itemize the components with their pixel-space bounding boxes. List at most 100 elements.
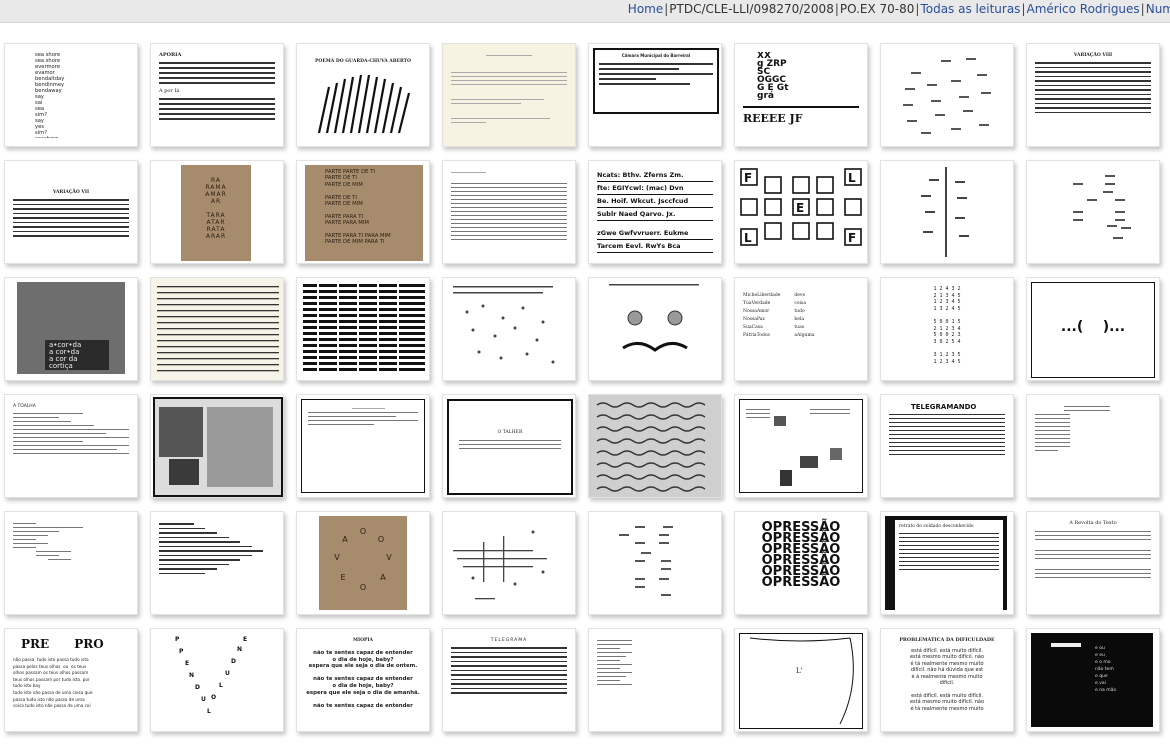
- poem-thumbnail[interactable]: [588, 277, 722, 381]
- poem-thumbnail[interactable]: MIOPIA não te sentes capaz de entender o…: [296, 628, 430, 732]
- poem-thumbnail[interactable]: [296, 277, 430, 381]
- poem-thumbnail[interactable]: [1026, 160, 1160, 264]
- poem-thumbnail[interactable]: RA RAMA AMAR AR TARA ATAR RATA ARAR: [150, 160, 284, 264]
- poem-thumbnail[interactable]: [1026, 394, 1160, 498]
- poem-thumbnail[interactable]: [588, 394, 722, 498]
- poem-text: OPRESSÃO OPRESSÃO OPRESSÃO OPRESSÃO OPRE…: [761, 520, 841, 590]
- breadcrumb-home-link[interactable]: Home: [628, 2, 663, 16]
- letter-composition-bottom: REEEE JF: [743, 112, 803, 125]
- face-pattern: [609, 284, 699, 352]
- breadcrumb-separator: |: [834, 2, 839, 16]
- svg-text:O: O: [211, 694, 216, 701]
- dense-letter-pattern: [157, 286, 279, 372]
- poem-thumbnail[interactable]: ...( )...: [1026, 277, 1160, 381]
- poem-thumbnail[interactable]: OOVAOEVA: [296, 511, 430, 615]
- umbrella-text-pattern: [317, 74, 411, 134]
- scattered-dots-pattern: [453, 530, 547, 600]
- poem-thumbnail[interactable]: TELEGRAMA: [442, 628, 576, 732]
- poem-thumbnail[interactable]: [150, 394, 284, 498]
- poem-thumbnail[interactable]: TELEGRAMANDO: [880, 394, 1014, 498]
- poem-thumbnail[interactable]: L': [734, 628, 868, 732]
- scattered-words-pattern: [619, 526, 673, 596]
- poem-thumbnail[interactable]: retrato do soldado desconhecido: [880, 511, 1014, 615]
- poem-thumbnail[interactable]: [880, 43, 1014, 147]
- poem-thumbnail[interactable]: A Revolta do Texto: [1026, 511, 1160, 615]
- poem-title: PRE PRO: [21, 637, 104, 651]
- poem-thumbnail[interactable]: [442, 43, 576, 147]
- svg-text:L: L: [848, 171, 856, 185]
- poem-thumbnail[interactable]: [442, 160, 576, 264]
- poem-thumbnail[interactable]: [734, 394, 868, 498]
- poem-thumbnail[interactable]: XX g ZRP SC OGGC G E Gt grá REEEE JF: [734, 43, 868, 147]
- poem-thumbnail[interactable]: Ncats: Bthv. Zferns Zm. fte: EGIYcwl: (m…: [588, 160, 722, 264]
- poem-thumbnail[interactable]: PROBLEMÁTICA DA DIFICULDADE está difícil…: [880, 628, 1014, 732]
- svg-text:L: L: [744, 231, 752, 245]
- breadcrumb-more-link[interactable]: Num: [1146, 2, 1170, 16]
- poem-row: fte: EGIYcwl: (mac) Dvn: [597, 182, 713, 195]
- svg-text:A: A: [380, 573, 386, 582]
- poem-text: RA RAMA AMAR AR TARA ATAR RATA ARAR: [205, 177, 227, 240]
- poem-title: O TALHER: [497, 430, 523, 435]
- poem-thumbnail[interactable]: VARIAÇÃO VIII: [1026, 43, 1160, 147]
- breadcrumb-author-link[interactable]: Américo Rodrigues: [1026, 2, 1139, 16]
- poem-thumbnail[interactable]: [150, 511, 284, 615]
- poem-text: não passa tudo isto passa tudo isto pass…: [13, 657, 93, 709]
- poem-thumbnail[interactable]: O TALHER: [442, 394, 576, 498]
- document-header: Câmara Municipal do Barreiral: [621, 53, 691, 58]
- poem-thumbnail[interactable]: PRE PRO não passa tudo isto passa tudo i…: [4, 628, 138, 732]
- poem-thumbnail[interactable]: A TOALHA: [4, 394, 138, 498]
- poem-title: TELEGRAMA: [490, 638, 528, 643]
- svg-text:U: U: [225, 670, 230, 677]
- poem-thumbnail[interactable]: a•cor•da a cor•da a cor da cortiça: [4, 277, 138, 381]
- poem-thumbnail[interactable]: [442, 511, 576, 615]
- poem-title: TELEGRAMANDO: [911, 403, 977, 411]
- poem-thumbnail[interactable]: [442, 277, 576, 381]
- poem-text: sea shore sea shore evermore evamor bend…: [35, 52, 65, 138]
- poem-thumbnail[interactable]: OPRESSÃO OPRESSÃO OPRESSÃO OPRESSÃO OPRE…: [734, 511, 868, 615]
- svg-text:D: D: [195, 684, 200, 691]
- svg-text:N: N: [189, 672, 194, 679]
- svg-text:V: V: [334, 553, 340, 562]
- poem-text: não te sentes capaz de entender o dia de…: [306, 650, 420, 709]
- breadcrumb-project: PTDC/CLE-LLI/098270/2008: [669, 2, 834, 16]
- breadcrumb-section: PO.EX 70-80: [839, 2, 915, 16]
- svg-text:E: E: [185, 660, 189, 667]
- poem-numbers: 1 2 4 3 2 2 1 3 4 5 1 2 3 4 5 1 3 2 4 5 …: [933, 286, 961, 365]
- poem-thumbnail[interactable]: PARTE PARTE DE TI PARTE DE TI PARTE DE M…: [296, 160, 430, 264]
- poem-text: L': [796, 667, 803, 675]
- svg-text:L: L: [219, 682, 223, 689]
- poem-thumbnail[interactable]: POEMA DO GUARDA-CHUVA ABERTO: [296, 43, 430, 147]
- breadcrumb-separator: |: [915, 2, 920, 16]
- poem-thumbnail[interactable]: e ou e eu e o mo não tem e que e vai e n…: [1026, 628, 1160, 732]
- poem-thumbnail[interactable]: MicheLiberdade TuaVerdade NossaAmor Noss…: [734, 277, 868, 381]
- poem-thumbnail[interactable]: F L E L F: [734, 160, 868, 264]
- poem-thumbnail[interactable]: [588, 628, 722, 732]
- poem-thumbnail[interactable]: [4, 511, 138, 615]
- svg-text:V: V: [386, 553, 392, 562]
- poem-thumbnail[interactable]: sea shore sea shore evermore evamor bend…: [4, 43, 138, 147]
- poem-text: e ou e eu e o mo não tem e que e vai e n…: [1095, 646, 1117, 693]
- poem-thumbnail[interactable]: VARIAÇÃO VII: [4, 160, 138, 264]
- svg-text:L: L: [207, 708, 211, 715]
- poem-thumbnail[interactable]: [150, 277, 284, 381]
- poem-thumbnail[interactable]: Câmara Municipal do Barreiral: [588, 43, 722, 147]
- poem-thumbnail[interactable]: [296, 394, 430, 498]
- poem-row: Ncats: Bthv. Zferns Zm.: [597, 169, 713, 182]
- poem-thumbnail[interactable]: APORIA A por Iá: [150, 43, 284, 147]
- svg-text:N: N: [237, 646, 242, 653]
- poem-text: está difícil. está muito difícil. está m…: [909, 648, 985, 712]
- poem-thumbnail[interactable]: [588, 511, 722, 615]
- scattered-dots-pattern: [453, 286, 555, 364]
- scattered-words-pattern: [903, 58, 991, 134]
- svg-text:P: P: [175, 636, 180, 643]
- arc-pattern: [749, 637, 854, 725]
- breadcrumb-all-readings-link[interactable]: Todas as leituras: [920, 2, 1020, 16]
- svg-text:O: O: [378, 535, 384, 544]
- poem-left-column: MicheLiberdade TuaVerdade NossaAmor Noss…: [743, 293, 781, 338]
- scattered-words-pattern: [1073, 175, 1131, 239]
- poem-thumbnail[interactable]: [880, 160, 1014, 264]
- poem-thumbnail[interactable]: PPENDUL OLUDNE: [150, 628, 284, 732]
- poem-thumbnail[interactable]: 1 2 4 3 2 2 1 3 4 5 1 2 3 4 5 1 3 2 4 5 …: [880, 277, 1014, 381]
- svg-text:O: O: [360, 527, 366, 536]
- poem-rows: Ncats: Bthv. Zferns Zm. fte: EGIYcwl: (m…: [597, 169, 713, 253]
